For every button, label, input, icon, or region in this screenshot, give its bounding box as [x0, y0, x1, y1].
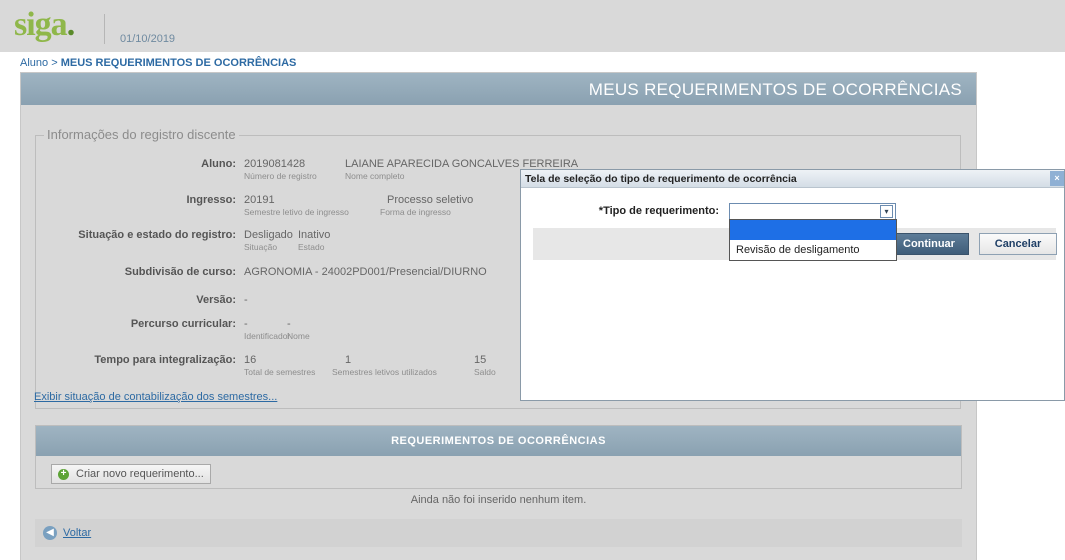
registration-number-caption: Número de registro [244, 171, 317, 181]
requests-section: REQUERIMENTOS DE OCORRÊNCIAS + Criar nov… [35, 425, 962, 489]
close-icon[interactable]: × [1050, 171, 1064, 186]
versao-label: Versão: [196, 294, 236, 306]
siga-logo[interactable]: siga. [14, 6, 75, 44]
semester-accounting-link[interactable]: Exibir situação de contabilização dos se… [34, 391, 277, 403]
percurso-id: - [244, 318, 248, 330]
create-request-label: Criar novo requerimento... [76, 468, 204, 480]
course-subdivision: AGRONOMIA - 24002PD001/Presencial/DIURNO [244, 266, 487, 278]
state-caption: Estado [298, 242, 325, 252]
create-request-button[interactable]: + Criar novo requerimento... [51, 464, 211, 484]
percurso-label: Percurso curricular: [130, 318, 236, 330]
used-semesters: 1 [345, 354, 352, 366]
tempo-label: Tempo para integralização: [94, 354, 236, 366]
percurso-name-caption: Nome [287, 331, 310, 341]
entry-form: Processo seletivo [387, 194, 474, 206]
situation-value: Desligado [244, 229, 293, 241]
requests-header-bar: REQUERIMENTOS DE OCORRÊNCIAS [36, 426, 961, 456]
option-blank[interactable] [730, 220, 896, 240]
breadcrumb-root[interactable]: Aluno [20, 57, 48, 69]
entry-semester-caption: Semestre letivo de ingresso [244, 207, 349, 217]
situation-caption: Situação [244, 242, 278, 252]
back-bar: ◀ Voltar [35, 519, 962, 547]
balance-value: 15 [474, 354, 487, 366]
top-header: siga. 01/10/2019 [0, 0, 1065, 52]
situacao-label: Situação e estado do registro: [78, 229, 236, 241]
request-type-dialog: Tela de seleção do tipo de requerimento … [520, 169, 1065, 401]
current-date: 01/10/2019 [120, 33, 176, 45]
breadcrumb: Aluno > MEUS REQUERIMENTOS DE OCORRÊNCIA… [20, 57, 297, 69]
back-arrow-icon[interactable]: ◀ [43, 526, 57, 540]
student-name-caption: Nome completo [345, 171, 405, 181]
chevron-down-icon[interactable]: ▾ [880, 205, 893, 218]
dialog-titlebar: Tela de seleção do tipo de requerimento … [521, 170, 1064, 188]
entry-semester: 20191 [244, 194, 275, 206]
dialog-title: Tela de seleção do tipo de requerimento … [525, 173, 797, 185]
back-link[interactable]: Voltar [63, 527, 91, 539]
total-semesters: 16 [244, 354, 257, 366]
request-type-label: *Tipo de requerimento: [598, 205, 719, 217]
option-revisao-desligamento[interactable]: Revisão de desligamento [736, 244, 860, 256]
request-type-options: Revisão de desligamento [729, 219, 897, 261]
empty-list-message: Ainda não foi inserido nenhum item. [410, 494, 587, 506]
request-type-select[interactable]: ▾ [729, 203, 896, 220]
balance-caption: Saldo [474, 367, 496, 377]
continue-button[interactable]: Continuar [889, 233, 969, 255]
page-title: MEUS REQUERIMENTOS DE OCORRÊNCIAS [588, 80, 962, 99]
percurso-name: - [287, 318, 291, 330]
percurso-id-caption: Identificador [244, 331, 291, 341]
header-divider [104, 14, 105, 44]
breadcrumb-current: MEUS REQUERIMENTOS DE OCORRÊNCIAS [60, 57, 297, 69]
state-value: Inativo [298, 229, 331, 241]
cancel-button[interactable]: Cancelar [979, 233, 1057, 255]
ingresso-label: Ingresso: [186, 194, 236, 206]
subdivisao-label: Subdivisão de curso: [124, 266, 236, 278]
total-semesters-caption: Total de semestres [244, 367, 316, 377]
requests-title: REQUERIMENTOS DE OCORRÊNCIAS [391, 435, 606, 447]
used-semesters-caption: Semestres letivos utilizados [332, 367, 437, 377]
plus-icon: + [58, 469, 69, 480]
version-value: - [244, 294, 248, 306]
fieldset-legend: Informações do registro discente [44, 127, 239, 142]
aluno-label: Aluno: [201, 158, 236, 170]
entry-form-caption: Forma de ingresso [380, 207, 451, 217]
registration-number: 2019081428 [244, 158, 306, 170]
page-header-bar: MEUS REQUERIMENTOS DE OCORRÊNCIAS [21, 73, 976, 105]
